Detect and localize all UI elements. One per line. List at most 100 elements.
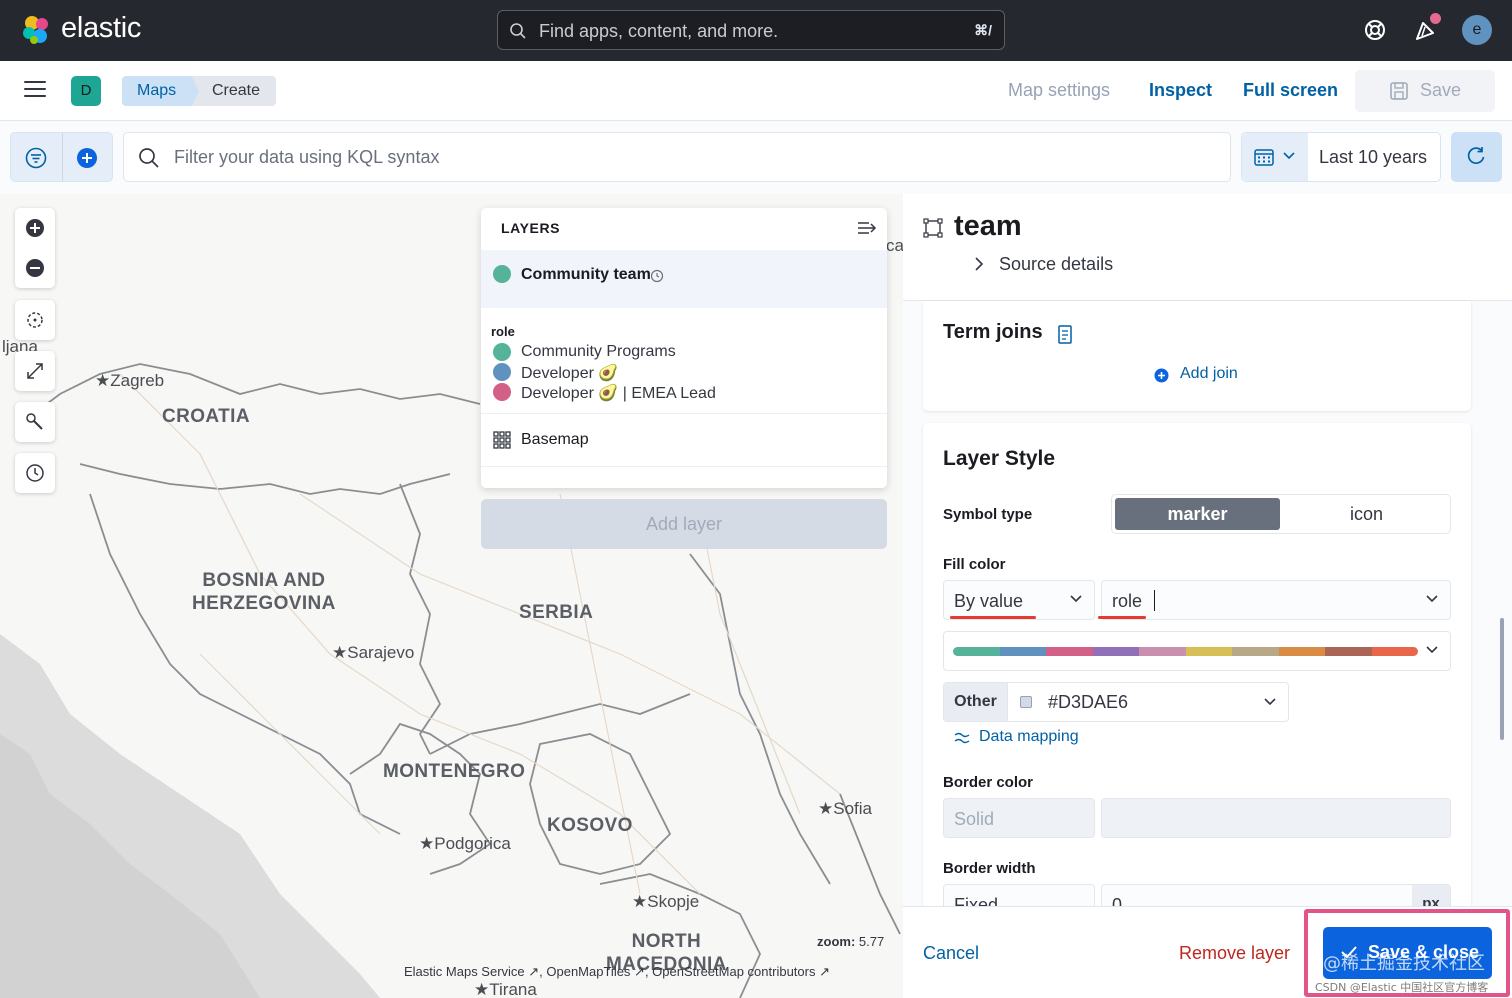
ramp-color-stop	[1139, 647, 1186, 656]
timeslider-button[interactable]	[15, 453, 55, 493]
source-details-toggle[interactable]: Source details	[999, 254, 1113, 275]
layer-settings-panel: team Source details Term joins Add join …	[903, 194, 1512, 998]
remove-layer-button[interactable]: Remove layer	[1179, 943, 1290, 964]
panel-footer: Cancel Remove layer Save & close @稀土掘金技术…	[903, 906, 1512, 998]
color-ramp-preview	[953, 647, 1418, 656]
quick-select-button[interactable]	[1242, 133, 1308, 181]
mapping-icon	[954, 732, 970, 744]
partial-map-label: ca	[886, 236, 903, 255]
map-settings-link[interactable]: Map settings	[1008, 80, 1110, 101]
menu-icon[interactable]	[24, 81, 46, 99]
watermark-small-text: CSDN @Elastic 中国社区官方博客	[1315, 981, 1489, 994]
chevron-down-icon	[1283, 152, 1295, 160]
space-avatar[interactable]: D	[71, 76, 101, 106]
city-name: Tirana	[489, 980, 537, 998]
ramp-color-stop	[1046, 647, 1093, 656]
filter-menu-icon[interactable]	[25, 147, 47, 169]
refresh-button[interactable]	[1451, 132, 1502, 182]
clock-play-icon	[26, 464, 44, 482]
zoom-out-button[interactable]	[15, 248, 55, 288]
term-joins-card: Term joins Add join	[923, 301, 1471, 411]
elastic-logo-icon[interactable]	[20, 14, 52, 46]
city-sofia: ★Sofia	[818, 799, 872, 818]
cancel-button[interactable]: Cancel	[923, 943, 979, 964]
user-avatar[interactable]: e	[1462, 15, 1492, 45]
border-color-mode-select[interactable]: Solid	[943, 798, 1095, 838]
color-swatch	[1020, 696, 1032, 708]
save-button[interactable]: Save	[1355, 70, 1495, 112]
legend-label: Community Programs	[521, 343, 676, 360]
grid-icon	[493, 431, 511, 449]
divider	[62, 133, 63, 181]
zoom-in-button[interactable]	[15, 208, 55, 248]
app-toolbar: D Maps Create Map settings Inspect Full …	[0, 61, 1512, 121]
collapse-panel-icon[interactable]	[857, 220, 877, 236]
border-color-input[interactable]	[1101, 798, 1451, 838]
ramp-color-stop	[1325, 647, 1372, 656]
symbol-icon-option[interactable]: icon	[1284, 498, 1449, 530]
global-search-input[interactable]: Find apps, content, and more. ⌘/	[497, 10, 1005, 50]
city-skopje: ★Skopje	[632, 892, 700, 911]
layer-row-community-team[interactable]: Community team	[481, 250, 887, 308]
panel-scrollbar[interactable]	[1500, 618, 1504, 740]
search-placeholder: Find apps, content, and more.	[539, 21, 779, 41]
fill-field-select[interactable]: role	[1101, 580, 1451, 620]
border-color-mode-value: Solid	[954, 809, 995, 829]
legend-swatch	[493, 343, 511, 361]
plus-icon	[26, 219, 44, 237]
annotation-underline	[950, 616, 1036, 619]
map-attribution[interactable]: Elastic Maps Service ↗, OpenMapTiles ↗, …	[404, 964, 830, 980]
full-screen-link[interactable]: Full screen	[1243, 80, 1338, 101]
chevron-down-icon	[1070, 595, 1082, 603]
fit-to-data-button[interactable]	[15, 300, 55, 340]
fill-field-value: role	[1112, 591, 1143, 611]
brand-name: elastic	[61, 12, 142, 44]
breadcrumb-create: Create	[192, 76, 277, 106]
zoom-value: 5.77	[858, 934, 885, 949]
chevron-right-icon[interactable]	[974, 257, 984, 271]
city-name: Skopje	[647, 892, 700, 911]
other-color-select[interactable]: Other #D3DAE6	[943, 682, 1289, 722]
inspect-link[interactable]: Inspect	[1149, 80, 1212, 101]
city-name: Sarajevo	[347, 643, 415, 662]
zoom-label: zoom:	[817, 934, 856, 949]
kql-search-input[interactable]: Filter your data using KQL syntax	[123, 132, 1231, 182]
border-color-label: Border color	[943, 774, 1034, 791]
draw-tools-button[interactable]	[15, 402, 55, 442]
layer-control-panel: LAYERS Community team role Community Pro…	[481, 208, 887, 488]
other-color-value: #D3DAE6	[1048, 692, 1129, 712]
zoom-controls	[15, 208, 55, 288]
city-name: Sofia	[833, 799, 872, 818]
minus-icon	[26, 259, 44, 277]
fill-mode-value: By value	[954, 591, 1024, 611]
expand-button[interactable]	[15, 351, 55, 391]
add-filter-icon[interactable]	[76, 147, 98, 169]
search-shortcut: ⌘/	[974, 22, 992, 38]
text-caret	[1154, 590, 1155, 611]
city-podgorica: ★Podgorica	[419, 834, 511, 853]
symbol-marker-option[interactable]: marker	[1115, 498, 1280, 530]
help-icon[interactable]	[1360, 15, 1390, 45]
city-name: Zagreb	[110, 371, 165, 390]
add-layer-button[interactable]: Add layer	[481, 499, 887, 549]
notification-badge	[1430, 13, 1441, 24]
layers-heading: LAYERS	[501, 220, 561, 236]
layer-row-basemap[interactable]: Basemap	[481, 414, 887, 466]
chevron-down-icon	[1426, 595, 1438, 603]
documentation-icon[interactable]	[1057, 325, 1075, 345]
time-range-label[interactable]: Last 10 years	[1319, 147, 1427, 168]
save-icon	[1390, 82, 1408, 100]
city-name: Podgorica	[434, 834, 511, 853]
watermark-text: @稀土掘金技术社区	[1323, 953, 1485, 974]
date-picker[interactable]: Last 10 years	[1241, 132, 1441, 182]
layer-style-title: Layer Style	[943, 447, 1056, 470]
country-label-kosovo: KOSOVO	[547, 815, 633, 836]
breadcrumb-maps[interactable]: Maps	[122, 76, 203, 106]
country-label-montenegro: MONTENEGRO	[383, 761, 526, 782]
ramp-color-stop	[1092, 647, 1139, 656]
fill-mode-select[interactable]: By value	[943, 580, 1095, 620]
symbol-type-toggle: marker icon	[1111, 494, 1451, 534]
layer-settings-header: team Source details	[903, 194, 1512, 301]
layer-name: Community team	[521, 266, 651, 283]
search-icon	[510, 23, 526, 39]
